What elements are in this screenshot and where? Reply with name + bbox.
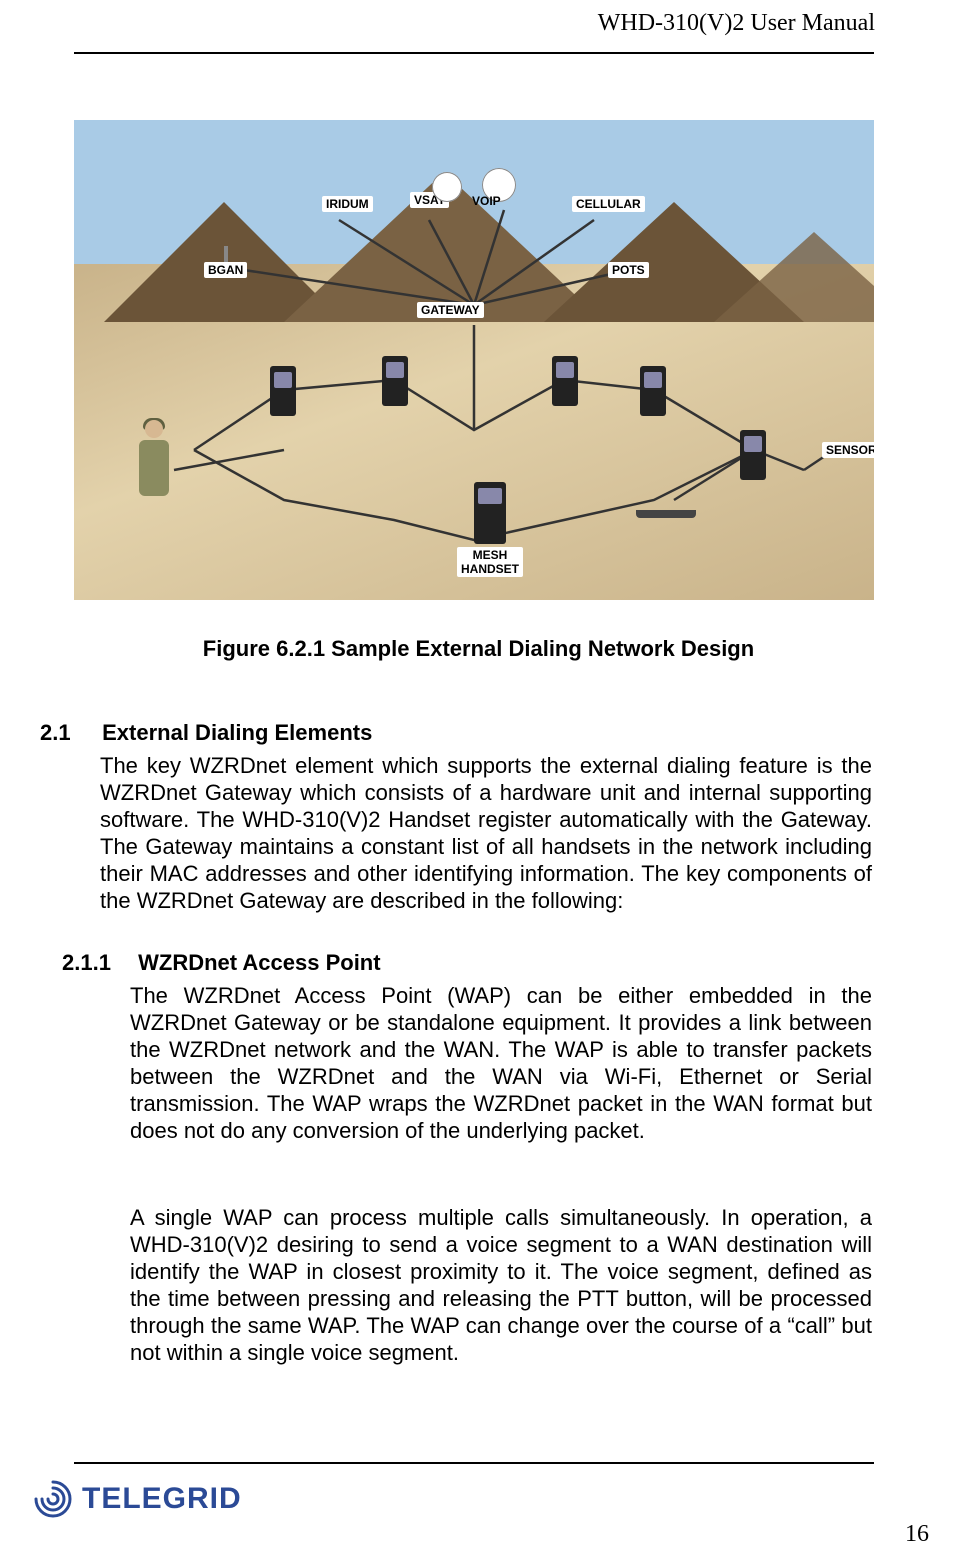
- handset-icon: [270, 366, 296, 416]
- soldier-icon: [134, 420, 174, 506]
- heading-2-1: 2.1 External Dialing Elements: [40, 720, 870, 746]
- figure-caption: Figure 6.2.1 Sample External Dialing Net…: [0, 636, 957, 662]
- heading-2-1-1: 2.1.1 WZRDnet Access Point: [62, 950, 870, 976]
- handset-icon: [640, 366, 666, 416]
- mesh-handset-icon: [474, 482, 506, 544]
- pots-label: POTS: [608, 262, 649, 278]
- header-doc-title: WHD-310(V)2 User Manual: [0, 10, 957, 37]
- page: WHD-310(V)2 User Manual: [0, 0, 957, 1568]
- header-rule: [74, 52, 874, 54]
- para-2-1-1-a: The WZRDnet Access Point (WAP) can be ei…: [130, 982, 872, 1144]
- gateway-label: GATEWAY: [417, 302, 484, 318]
- telegrid-swirl-icon: [30, 1476, 76, 1522]
- heading-2-1-1-title: WZRDnet Access Point: [138, 950, 380, 975]
- para-2-1-1-b: A single WAP can process multiple calls …: [130, 1204, 872, 1366]
- footer-logo: TELEGRID: [30, 1476, 242, 1522]
- para-2-1: The key WZRDnet element which supports t…: [100, 752, 872, 914]
- handset-icon: [552, 356, 578, 406]
- cellular-label: CELLULAR: [572, 196, 645, 212]
- footer-brand-text: TELEGRID: [82, 1482, 242, 1516]
- footer-rule: [74, 1462, 874, 1464]
- heading-2-1-num: 2.1: [40, 720, 96, 746]
- heading-2-1-title: External Dialing Elements: [102, 720, 372, 745]
- iridium-label: IRIDUM: [322, 196, 373, 212]
- heading-2-1-1-num: 2.1.1: [62, 950, 132, 976]
- handset-icon: [382, 356, 408, 406]
- sensor-label: SENSOR: [822, 442, 874, 458]
- figure-network-diagram: BGAN IRIDUM VSAT VOIP CELLULAR POTS GATE…: [74, 120, 874, 600]
- mesh-handset-label: MESH HANDSET: [457, 547, 523, 577]
- bgan-label: BGAN: [204, 262, 247, 278]
- page-number: 16: [905, 1521, 929, 1548]
- handset-icon: [740, 430, 766, 480]
